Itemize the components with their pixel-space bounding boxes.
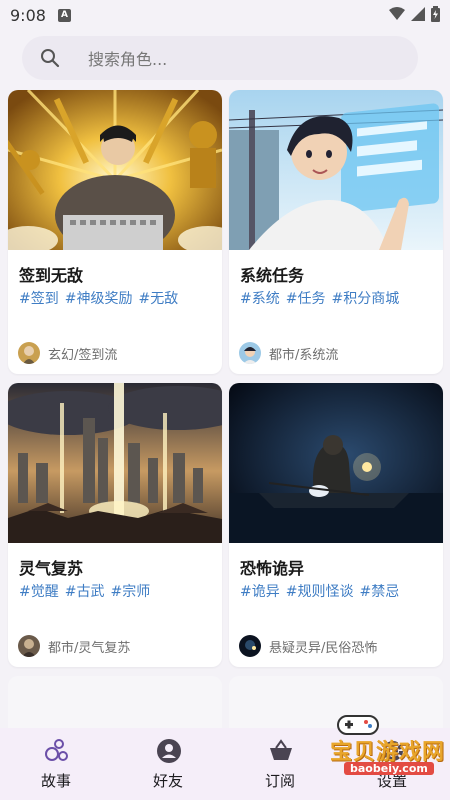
watermark-url: baobeiy.com [344, 762, 434, 775]
author-avatar [239, 635, 261, 657]
tag: #禁忌 [359, 584, 400, 600]
card-cover-image [229, 383, 443, 543]
story-card-3[interactable]: 灵气复苏 #觉醒 #古武 #宗师 都市/灵气复苏 [8, 383, 222, 667]
author-avatar [239, 342, 261, 364]
search-icon [41, 49, 60, 68]
tag: #觉醒 [19, 584, 59, 600]
tag: #任务 [285, 291, 326, 307]
card-title: 签到无敌 [19, 266, 84, 285]
story-card-2[interactable]: 系统任务 #系统 #任务 #积分商城 都市/系统流 [229, 90, 443, 374]
wifi-icon [389, 7, 405, 20]
card-tags: #系统 #任务 #积分商城 [240, 288, 405, 308]
watermark: 宝贝游戏网 baobeiy.com [298, 710, 448, 780]
card-category: 悬疑灵异/民俗恐怖 [269, 640, 378, 656]
tag: #宗师 [110, 584, 151, 600]
card-tags: #诡异 #规则怪谈 #禁忌 [240, 581, 405, 601]
card-footer: 都市/系统流 [239, 342, 338, 364]
card-category: 都市/系统流 [269, 347, 339, 363]
author-avatar [18, 635, 40, 657]
tag: #签到 [19, 291, 59, 307]
basket-icon [270, 739, 292, 760]
search-input[interactable] [86, 36, 390, 82]
card-footer: 玄幻/签到流 [18, 342, 117, 364]
card-tags: #觉醒 #古武 #宗师 [19, 581, 156, 601]
status-time: 9:08 [10, 6, 46, 25]
tag: #古武 [64, 584, 105, 600]
card-cover-image [8, 383, 222, 543]
search-bar[interactable] [22, 36, 418, 82]
nav-item-friends[interactable]: 好友 [112, 728, 224, 800]
status-bar: 9:08 A [0, 0, 450, 32]
tag: #积分商城 [331, 291, 400, 307]
card-category: 玄幻/签到流 [48, 347, 118, 363]
tag: #规则怪谈 [285, 584, 354, 600]
status-icons [389, 6, 440, 22]
tag: #神级奖励 [64, 291, 133, 307]
tag: #无敌 [138, 291, 179, 307]
card-cover-image [8, 90, 222, 250]
nav-label: 好友 [152, 772, 183, 790]
card-title: 恐怖诡异 [240, 559, 305, 578]
signal-icon [411, 7, 425, 21]
card-category: 都市/灵气复苏 [48, 640, 131, 656]
tag: #诡异 [240, 584, 280, 600]
author-avatar [18, 342, 40, 364]
battery-icon [431, 6, 440, 22]
notification-a-icon: A [58, 9, 71, 22]
bubbles-icon [45, 739, 68, 761]
card-cover-image [229, 90, 443, 250]
card-footer: 悬疑灵异/民俗恐怖 [239, 635, 377, 657]
card-tags: #签到 #神级奖励 #无敌 [19, 288, 184, 308]
card-footer: 都市/灵气复苏 [18, 635, 130, 657]
person-icon [157, 739, 181, 763]
nav-item-story[interactable]: 故事 [0, 728, 112, 800]
story-card-1[interactable]: 签到无敌 #签到 #神级奖励 #无敌 玄幻/签到流 [8, 90, 222, 374]
nav-label: 故事 [40, 772, 71, 790]
story-card-4[interactable]: 恐怖诡异 #诡异 #规则怪谈 #禁忌 悬疑灵异/民俗恐怖 [229, 383, 443, 667]
card-title: 灵气复苏 [19, 559, 84, 578]
story-card-5[interactable] [8, 676, 222, 736]
card-title: 系统任务 [240, 266, 305, 285]
tag: #系统 [240, 291, 280, 307]
